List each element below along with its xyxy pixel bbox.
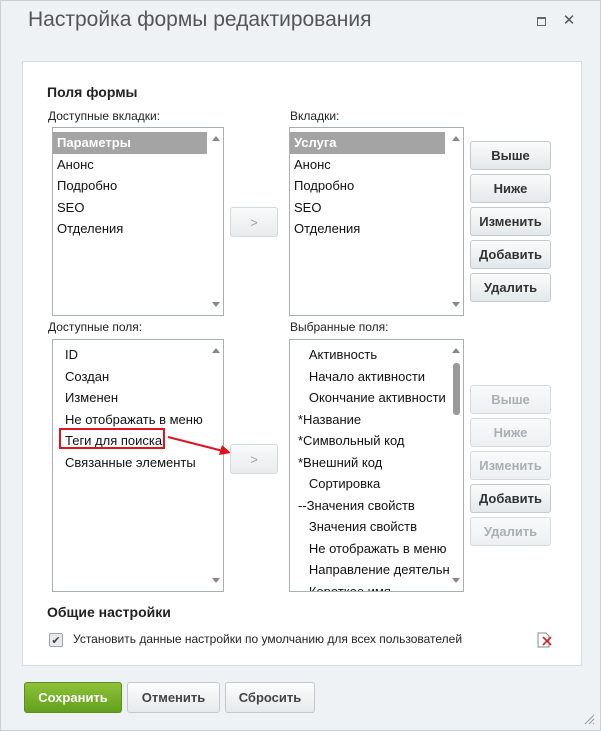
available-tab-item[interactable]: Отделения <box>53 218 207 240</box>
available-tabs-scrollbar[interactable] <box>209 128 223 315</box>
tab-item[interactable]: Подробно <box>290 175 445 197</box>
tabs-scrollbar[interactable] <box>449 128 463 315</box>
available-fields-list[interactable]: ID Создан Изменен Не отображать в меню с Тег… <box>52 339 224 592</box>
available-tab-item[interactable]: Анонс <box>53 154 207 176</box>
annotation-highlight-box <box>59 428 165 449</box>
close-icon: ✕ <box>562 12 576 29</box>
form-fields-section-title: Поля формы <box>47 84 138 100</box>
tab-up-button[interactable]: Выше <box>470 141 551 170</box>
delete-settings-icon[interactable] <box>536 632 552 648</box>
selected-field-item[interactable]: Активность <box>294 344 451 366</box>
titlebar[interactable]: Настройка формы редактирования ✕ <box>1 1 600 41</box>
cancel-button[interactable]: Отменить <box>127 682 220 713</box>
available-tab-item[interactable]: Подробно <box>53 175 207 197</box>
default-settings-checkbox[interactable]: ✔ <box>49 633 63 647</box>
resize-grip-icon[interactable] <box>583 713 595 725</box>
selected-fields-label: Выбранные поля: <box>290 320 389 334</box>
move-field-right-button[interactable]: > <box>230 444 278 474</box>
dialog-title: Настройка формы редактирования <box>28 8 372 31</box>
available-field-item[interactable]: ID <box>61 344 207 366</box>
available-fields-scrollbar[interactable] <box>209 340 223 591</box>
selected-field-item[interactable]: --Значения свойств <box>294 495 451 517</box>
move-tab-right-button[interactable]: > <box>230 207 278 237</box>
selected-field-item[interactable]: *Символьный код <box>294 430 451 452</box>
scroll-down-icon[interactable] <box>452 302 460 307</box>
tabs-list[interactable]: Услуга Анонс Подробно SEO Отделения <box>289 127 464 316</box>
tab-item[interactable]: Услуга <box>290 132 445 154</box>
default-settings-checkbox-label[interactable]: Установить данные настройки по умолчанию… <box>73 632 462 646</box>
tab-item[interactable]: SEO <box>290 197 445 219</box>
scroll-down-icon[interactable] <box>212 578 220 583</box>
reset-button[interactable]: Сбросить <box>225 682 315 713</box>
scroll-down-icon[interactable] <box>452 578 460 583</box>
selected-field-item[interactable]: Значения свойств <box>294 516 451 538</box>
selected-field-item[interactable]: *Внешний код <box>294 452 451 474</box>
field-add-button[interactable]: Добавить <box>470 484 551 513</box>
selected-field-item[interactable]: Не отображать в меню <box>294 538 451 560</box>
field-down-button[interactable]: Ниже <box>470 418 551 447</box>
tab-add-button[interactable]: Добавить <box>470 240 551 269</box>
close-button[interactable]: ✕ <box>561 13 577 29</box>
tab-edit-button[interactable]: Изменить <box>470 207 551 236</box>
field-delete-button[interactable]: Удалить <box>470 517 551 546</box>
tab-item[interactable]: Отделения <box>290 218 445 240</box>
selected-field-item[interactable]: *Название <box>294 409 451 431</box>
selected-field-item[interactable]: Сортировка <box>294 473 451 495</box>
available-tab-item[interactable]: SEO <box>53 197 207 219</box>
scroll-up-icon[interactable] <box>212 136 220 141</box>
annotation-arrow <box>167 436 231 455</box>
maximize-icon <box>536 16 546 26</box>
available-tabs-list[interactable]: Параметры Анонс Подробно SEO Отделения <box>52 127 224 316</box>
field-edit-button[interactable]: Изменить <box>470 451 551 480</box>
tab-delete-button[interactable]: Удалить <box>470 273 551 302</box>
selected-field-item[interactable]: Окончание активности <box>294 387 451 409</box>
scroll-up-icon[interactable] <box>452 348 460 353</box>
maximize-button[interactable] <box>533 13 549 29</box>
selected-fields-scrollbar[interactable] <box>449 340 463 591</box>
scroll-up-icon[interactable] <box>452 136 460 141</box>
available-fields-label: Доступные поля: <box>48 320 143 334</box>
available-field-item[interactable]: Не отображать в меню с <box>61 409 207 431</box>
tabs-label: Вкладки: <box>290 109 340 123</box>
selected-field-item[interactable]: Начало активности <box>294 366 451 388</box>
selected-field-item[interactable]: Направление деятельно <box>294 559 451 581</box>
available-field-item[interactable]: Изменен <box>61 387 207 409</box>
general-settings-section-title: Общие настройки <box>47 604 171 620</box>
scroll-up-icon[interactable] <box>212 348 220 353</box>
scroll-thumb[interactable] <box>453 363 460 415</box>
scroll-down-icon[interactable] <box>212 302 220 307</box>
available-tab-item[interactable]: Параметры <box>53 132 207 154</box>
tab-down-button[interactable]: Ниже <box>470 174 551 203</box>
save-button[interactable]: Сохранить <box>24 682 122 713</box>
selected-field-item[interactable]: Короткое имя <box>294 581 451 592</box>
tab-item[interactable]: Анонс <box>290 154 445 176</box>
available-field-item[interactable]: Создан <box>61 366 207 388</box>
field-up-button[interactable]: Выше <box>470 385 551 414</box>
selected-fields-list[interactable]: Активность Начало активности Окончание а… <box>289 339 464 592</box>
available-tabs-label: Доступные вкладки: <box>48 109 161 123</box>
